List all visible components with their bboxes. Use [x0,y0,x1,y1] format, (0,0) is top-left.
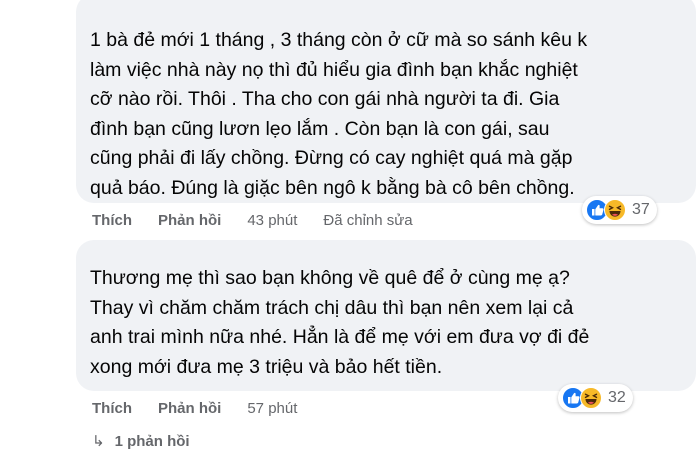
reaction-summary-2[interactable]: 32 [558,384,633,412]
reaction-summary-1[interactable]: 37 [582,196,657,224]
comment-time-1[interactable]: 43 phút [247,212,297,229]
edited-label-1: Đã chỉnh sửa [323,212,413,229]
reaction-count-2: 32 [608,389,626,406]
reply-arrow-icon: ↳ [92,433,105,450]
comment-author-2[interactable] [90,244,240,254]
like-button-1[interactable]: Thích [92,212,132,229]
comment-bubble-2: Thương mẹ thì sao bạn không về quê để ở … [76,240,696,391]
haha-icon [604,199,626,221]
comment-actions-2: Thích Phản hồi 57 phút [92,400,323,417]
reply-button-1[interactable]: Phản hồi [158,212,221,229]
reaction-count-1: 37 [632,201,650,218]
comment-time-2[interactable]: 57 phút [247,400,297,417]
haha-icon [580,387,602,409]
comment-bubble-1: 1 bà đẻ mới 1 tháng , 3 tháng còn ở cữ m… [76,0,696,203]
like-button-2[interactable]: Thích [92,400,132,417]
comment-text-2: Thương mẹ thì sao bạn không về quê để ở … [90,267,590,378]
view-replies-label: 1 phản hồi [114,432,190,450]
view-replies-link[interactable]: ↳ 1 phản hồi [92,432,190,450]
comment-actions-1: Thích Phản hồi 43 phút Đã chỉnh sửa [92,212,439,229]
reply-button-2[interactable]: Phản hồi [158,400,221,417]
comment-text-1: 1 bà đẻ mới 1 tháng , 3 tháng còn ở cữ m… [90,29,588,199]
